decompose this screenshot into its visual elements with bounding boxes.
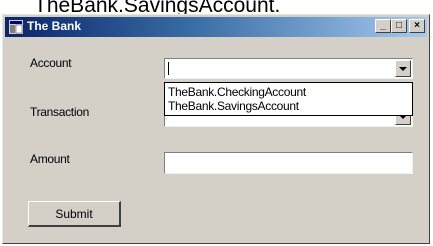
window-controls: _ □ × xyxy=(375,19,425,35)
account-combobox[interactable] xyxy=(164,58,413,79)
amount-label: Amount xyxy=(30,152,70,166)
text-caret xyxy=(168,62,169,75)
window-title: The Bank xyxy=(27,19,82,33)
account-dropdown-list: TheBank.CheckingAccount TheBank.SavingsA… xyxy=(164,82,413,116)
maximize-icon: □ xyxy=(395,20,403,31)
dropdown-option-savings[interactable]: TheBank.SavingsAccount xyxy=(168,99,299,113)
transaction-label: Transaction xyxy=(30,105,89,119)
minimize-button[interactable]: _ xyxy=(375,19,391,33)
amount-input[interactable] xyxy=(164,152,413,174)
minimize-icon: _ xyxy=(380,20,386,31)
maximize-button[interactable]: □ xyxy=(391,19,407,33)
submit-button[interactable]: Submit xyxy=(28,201,121,227)
account-dropdown-button[interactable] xyxy=(395,60,411,77)
close-icon: × xyxy=(414,20,420,31)
dropdown-option-checking[interactable]: TheBank.CheckingAccount xyxy=(168,85,306,99)
close-button[interactable]: × xyxy=(409,19,425,33)
app-window-icon xyxy=(9,20,23,34)
account-label: Account xyxy=(30,56,72,70)
title-bar[interactable]: The Bank _ □ × xyxy=(5,17,427,37)
